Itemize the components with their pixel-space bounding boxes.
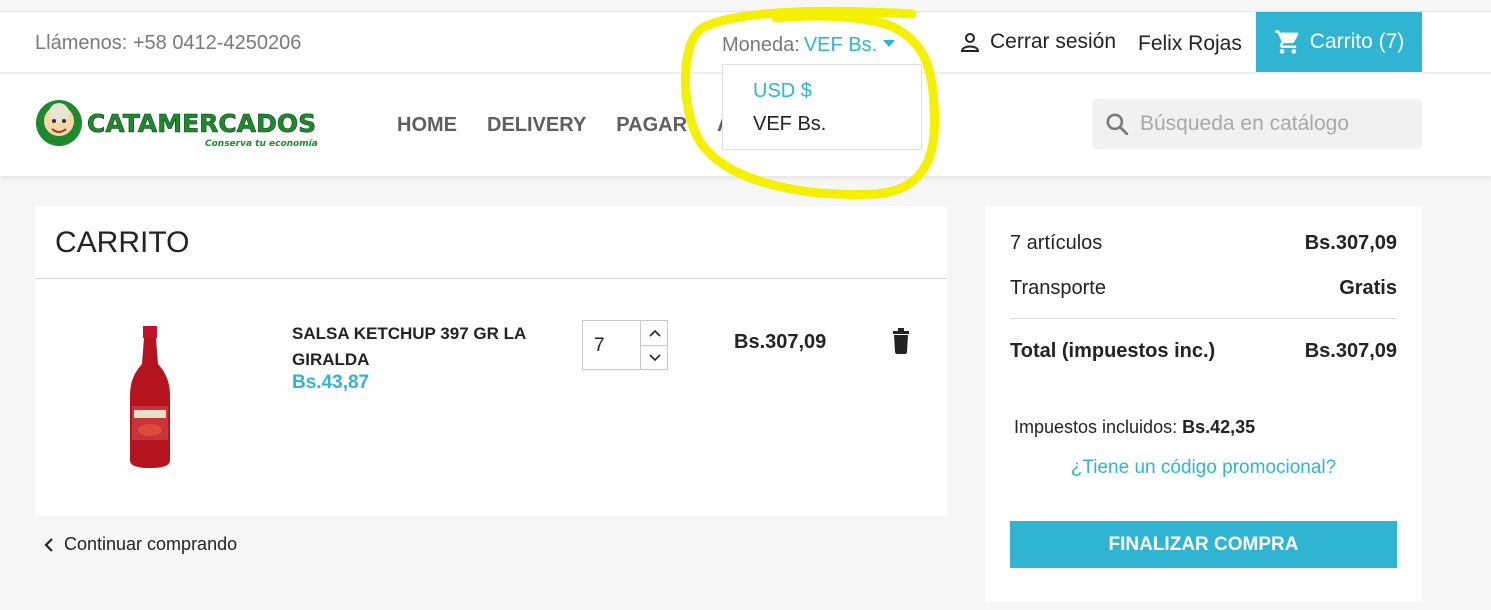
search-input[interactable] [1140, 112, 1400, 136]
taxes-line: Impuestos incluidos: Bs.42,35 [1014, 417, 1255, 438]
product-name[interactable]: SALSA KETCHUP 397 GR LA GIRALDA [292, 321, 542, 373]
logo-tagline: Conserva tu economía [205, 139, 318, 149]
search-icon[interactable] [1104, 111, 1130, 137]
promo-code-link[interactable]: ¿Tiene un código promocional? [985, 457, 1422, 479]
currency-selector[interactable]: Moneda: VEF Bs. [722, 34, 896, 57]
items-subtotal: Bs.307,09 [1304, 232, 1397, 254]
quantity-stepper[interactable]: 7 [582, 320, 668, 370]
nav-pagar[interactable]: PAGAR [616, 114, 687, 137]
summary-total-row: Total (impuestos inc.) Bs.307,09 [1010, 340, 1397, 363]
quantity-increase-button[interactable] [641, 321, 668, 345]
trash-icon[interactable] [889, 328, 913, 354]
logo-text: CATAMERCADOS [87, 109, 316, 138]
product-unit-price: Bs.43,87 [292, 372, 370, 393]
shipping-value: Gratis [1339, 277, 1397, 299]
user-icon [960, 33, 980, 52]
items-count: 7 artículos [1010, 232, 1103, 254]
taxes-value: Bs.42,35 [1182, 417, 1256, 437]
taxes-label: Impuestos incluidos: [1014, 417, 1178, 437]
cart-divider [35, 278, 947, 279]
contact-phone: Llámenos: +58 0412-4250206 [35, 32, 302, 54]
quantity-input[interactable]: 7 [594, 335, 605, 357]
brand-logo[interactable]: CATAMERCADOS Conserva tu economía [35, 99, 327, 149]
nav-delivery[interactable]: DELIVERY [487, 114, 586, 137]
currency-dropdown: USD $ VEF Bs. [722, 64, 922, 150]
currency-option-usd[interactable]: USD $ [753, 80, 812, 103]
currency-option-vef[interactable]: VEF Bs. [753, 113, 826, 136]
line-total: Bs.307,09 [734, 331, 827, 353]
quantity-buttons [640, 321, 668, 369]
search-box[interactable] [1092, 99, 1422, 149]
quantity-decrease-button[interactable] [641, 345, 668, 369]
cart-title: CARRITO [55, 226, 190, 259]
chevron-left-icon [44, 537, 53, 552]
total-label: Total (impuestos inc.) [1010, 340, 1216, 362]
main-nav: HOME DELIVERY PAGAR AI [397, 114, 767, 137]
user-account-link[interactable]: Felix Rojas [1138, 32, 1242, 56]
checkout-button[interactable]: FINALIZAR COMPRA [1010, 521, 1397, 568]
summary-divider [1010, 318, 1397, 319]
summary-items-row: 7 artículos Bs.307,09 [1010, 232, 1397, 255]
cart-panel: CARRITO SALSA KETCHUP 397 GR LA GIRALDA … [35, 206, 947, 516]
chevron-down-icon [648, 353, 661, 361]
continue-shopping-label: Continuar comprando [64, 534, 238, 554]
caret-down-icon[interactable] [883, 40, 896, 47]
logout-label: Cerrar sesión [990, 30, 1117, 53]
summary-shipping-row: Transporte Gratis [1010, 277, 1397, 300]
product-image[interactable] [125, 326, 175, 468]
shopping-cart-icon [1274, 30, 1299, 54]
logout-link[interactable]: Cerrar sesión [958, 30, 1116, 54]
order-summary: 7 artículos Bs.307,09 Transporte Gratis … [985, 206, 1422, 602]
nav-home[interactable]: HOME [397, 114, 457, 137]
cart-button[interactable]: Carrito (7) [1256, 12, 1422, 72]
currency-value[interactable]: VEF Bs. [804, 34, 877, 57]
total-value: Bs.307,09 [1304, 340, 1397, 362]
shipping-label: Transporte [1010, 277, 1106, 299]
continue-shopping-link[interactable]: Continuar comprando [44, 534, 237, 555]
currency-label: Moneda: [722, 34, 800, 56]
cart-label: Carrito (7) [1309, 30, 1405, 53]
chevron-up-icon [648, 329, 661, 337]
